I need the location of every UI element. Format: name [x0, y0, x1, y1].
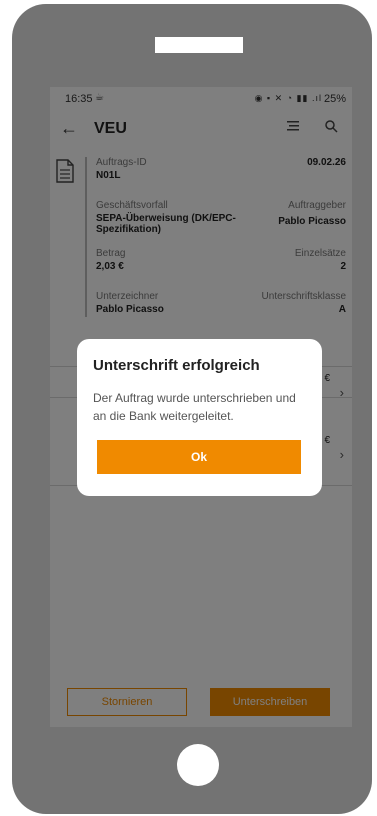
- home-button: [177, 744, 219, 786]
- dialog-title: Unterschrift erfolgreich: [93, 357, 260, 374]
- success-dialog: Unterschrift erfolgreich Der Auftrag wur…: [77, 339, 322, 496]
- dialog-message: Der Auftrag wurde unterschrieben und an …: [93, 391, 296, 423]
- phone-speaker: [155, 37, 243, 53]
- ok-button[interactable]: Ok: [97, 440, 301, 474]
